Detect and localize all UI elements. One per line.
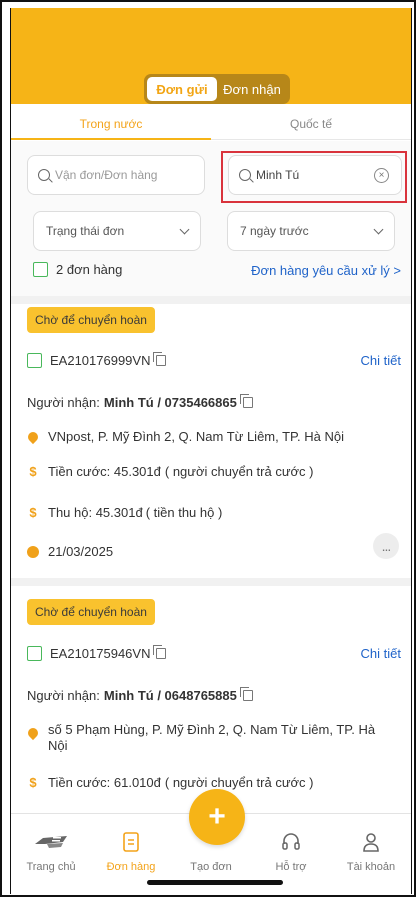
waybill-search-input[interactable]: Vận đơn/Đơn hàng bbox=[27, 155, 205, 195]
headset-icon bbox=[282, 833, 300, 850]
address-block: số 5 Phạm Hùng, P. Mỹ Đình 2, Q. Nam Từ … bbox=[48, 722, 375, 754]
location-pin-icon bbox=[25, 725, 41, 741]
chevron-down-icon bbox=[373, 224, 384, 234]
device-frame: Đơn gửi Đơn nhận Trong nước Quốc tế Vận … bbox=[0, 0, 416, 897]
truck-icon bbox=[35, 836, 67, 848]
recipient-row: Người nhận: Minh Tú / 0648765885 bbox=[27, 687, 401, 703]
detail-link[interactable]: Chi tiết bbox=[361, 646, 401, 661]
status-select-value: Trạng thái đơn bbox=[46, 224, 125, 238]
order-checkbox[interactable] bbox=[27, 353, 42, 368]
fee-text: Tiền cước: 45.301đ bbox=[48, 464, 161, 479]
highlight-box bbox=[221, 151, 407, 203]
app-header: Đơn gửi Đơn nhận bbox=[11, 8, 411, 104]
order-code-row: EA210175946VN Chi tiết bbox=[27, 645, 401, 661]
card-separator bbox=[11, 296, 411, 304]
date-row: 21/03/2025 bbox=[27, 544, 401, 559]
copy-icon[interactable] bbox=[153, 352, 167, 366]
tab-international[interactable]: Quốc tế bbox=[211, 108, 411, 139]
nav-label: Trang chủ bbox=[26, 861, 76, 873]
segment-sent-orders[interactable]: Đơn gửi bbox=[147, 77, 217, 101]
document-icon bbox=[123, 832, 139, 852]
waybill-search-placeholder: Vận đơn/Đơn hàng bbox=[55, 168, 158, 182]
select-all-checkbox[interactable] bbox=[33, 262, 48, 277]
recipient-label: Người nhận: bbox=[27, 395, 100, 410]
nav-label: Đơn hàng bbox=[106, 861, 156, 873]
nav-label: Tạo đơn bbox=[190, 861, 232, 873]
tab-domestic[interactable]: Trong nước bbox=[11, 108, 211, 140]
more-options-button[interactable]: ... bbox=[373, 533, 399, 559]
app-screen: Đơn gửi Đơn nhận Trong nước Quốc tế Vận … bbox=[10, 8, 412, 894]
copy-icon[interactable] bbox=[153, 645, 167, 659]
status-select[interactable]: Trạng thái đơn bbox=[33, 211, 201, 251]
date-range-value: 7 ngày trước bbox=[240, 224, 309, 238]
order-count-label: 2 đơn hàng bbox=[56, 262, 123, 277]
status-badge: Chờ để chuyển hoàn bbox=[27, 307, 155, 333]
card-separator bbox=[11, 578, 411, 586]
nav-item-account[interactable]: Tài khoản bbox=[331, 814, 411, 894]
address-row: số 5 Phạm Hùng, P. Mỹ Đình 2, Q. Nam Từ … bbox=[25, 722, 401, 754]
search-icon bbox=[38, 169, 50, 181]
cod-text: Thu hộ: 45.301đ bbox=[48, 505, 143, 520]
copy-icon[interactable] bbox=[239, 687, 253, 701]
address-row: VNpost, P. Mỹ Đình 2, Q. Nam Từ Liêm, TP… bbox=[25, 429, 401, 444]
chevron-down-icon bbox=[179, 224, 190, 234]
cod-note: ( tiền thu hộ ) bbox=[145, 505, 223, 520]
address-line-1: số 5 Phạm Hùng, P. Mỹ Đình 2, Q. Nam Từ … bbox=[48, 722, 376, 737]
date-range-select[interactable]: 7 ngày trước bbox=[227, 211, 395, 251]
recipient-value: Minh Tú / 0648765885 bbox=[103, 688, 237, 703]
order-code: EA210175946VN bbox=[50, 646, 151, 661]
user-icon bbox=[363, 833, 379, 852]
order-checkbox[interactable] bbox=[27, 646, 42, 661]
address-text: VNpost, P. Mỹ Đình 2, Q. Nam Từ Liêm, TP… bbox=[48, 429, 345, 444]
recipient-label: Người nhận: bbox=[27, 688, 100, 703]
location-pin-icon bbox=[25, 429, 41, 444]
order-code-row: EA210176999VN Chi tiết bbox=[27, 352, 401, 368]
nav-label: Hỗ trợ bbox=[275, 861, 307, 873]
nav-label: Tài khoản bbox=[346, 861, 396, 873]
send-receive-switch: Đơn gửi Đơn nhận bbox=[144, 74, 290, 104]
order-date: 21/03/2025 bbox=[48, 544, 114, 559]
fee-note: ( người chuyển trả cước ) bbox=[164, 775, 314, 790]
dollar-icon: $ bbox=[29, 464, 37, 479]
order-code: EA210176999VN bbox=[50, 353, 151, 368]
cod-row: $ Thu hộ: 45.301đ ( tiền thu hộ ) bbox=[27, 505, 401, 520]
recipient-row: Người nhận: Minh Tú / 0735466865 bbox=[27, 394, 401, 410]
dollar-icon: $ bbox=[29, 775, 37, 790]
requested-orders-link[interactable]: Đơn hàng yêu cầu xử lý > bbox=[251, 263, 401, 278]
clock-icon bbox=[27, 545, 39, 558]
home-indicator bbox=[147, 880, 283, 885]
recipient-value: Minh Tú / 0735466865 bbox=[103, 395, 237, 410]
nav-item-home[interactable]: Trang chủ bbox=[11, 814, 91, 894]
detail-link[interactable]: Chi tiết bbox=[361, 353, 401, 368]
fee-row: $ Tiền cước: 61.010đ ( người chuyển trả … bbox=[27, 775, 401, 790]
create-order-button[interactable]: + bbox=[189, 789, 245, 845]
fee-text: Tiền cước: 61.010đ bbox=[48, 775, 161, 790]
dollar-icon: $ bbox=[29, 505, 37, 520]
copy-icon[interactable] bbox=[239, 394, 253, 408]
region-tabs: Trong nước Quốc tế bbox=[11, 108, 411, 140]
fee-row: $ Tiền cước: 45.301đ ( người chuyển trả … bbox=[27, 464, 401, 479]
status-badge: Chờ để chuyển hoàn bbox=[27, 599, 155, 625]
address-line-2: Nội bbox=[48, 738, 68, 753]
fee-note: ( người chuyển trả cước ) bbox=[164, 464, 314, 479]
order-count: 2 đơn hàng bbox=[33, 262, 122, 277]
segment-received-orders[interactable]: Đơn nhận bbox=[217, 77, 287, 101]
